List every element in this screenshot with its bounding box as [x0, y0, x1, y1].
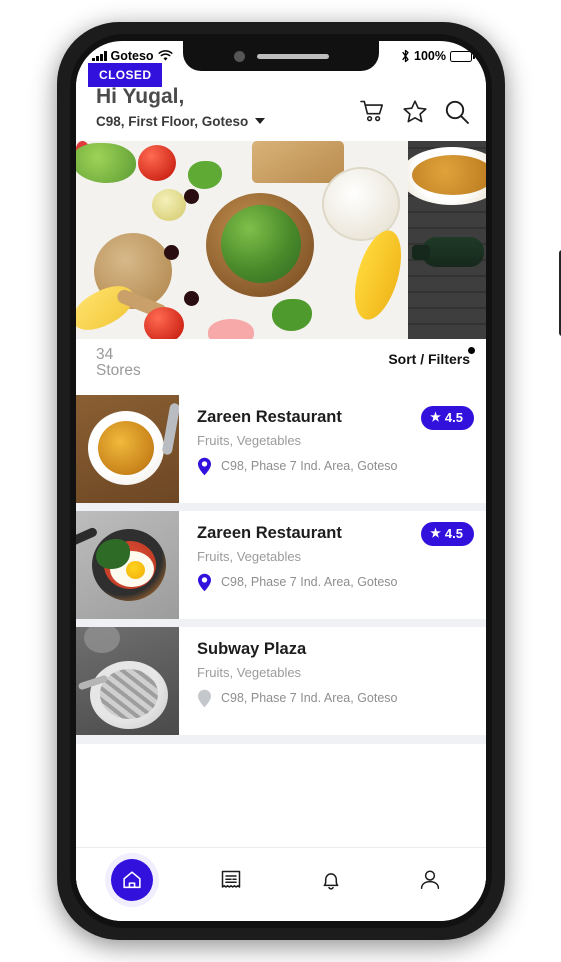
sidebar-item-orders[interactable] [203, 852, 259, 908]
table-row[interactable]: Zareen Restaurant Fruits, Vegetables C98… [76, 394, 486, 503]
hero-decor [422, 236, 484, 267]
sidebar-item-notifications[interactable] [303, 852, 359, 908]
cart-icon[interactable] [360, 99, 386, 125]
address-selector[interactable]: C98, First Floor, Goteso [96, 113, 266, 129]
battery-percent-label: 100% [414, 49, 446, 63]
hero-slide-2[interactable] [408, 140, 486, 339]
hero-decor [221, 204, 301, 283]
sidebar-item-home[interactable] [104, 852, 160, 908]
home-button-circle[interactable] [110, 858, 153, 901]
bluetooth-icon [402, 49, 409, 63]
status-badge: ★ 4.5 [421, 521, 474, 546]
location-pin-icon [198, 689, 211, 707]
sort-filters-label: Sort / Filters [388, 350, 470, 367]
store-location: C98, Phase 7 Ind. Area, Goteso [221, 459, 398, 474]
hero-decor [252, 140, 344, 183]
notch [183, 41, 379, 71]
store-count-number: 34 [96, 345, 114, 363]
hero-slide-1[interactable] [76, 140, 408, 339]
table-row[interactable]: Zareen Restaurant Fruits, Vegetables C98… [76, 510, 486, 619]
search-icon[interactable] [444, 99, 470, 125]
store-count: 34 Stores [96, 345, 152, 380]
sort-filters-button[interactable]: Sort / Filters [388, 346, 475, 369]
status-badge: ★ 4.5 [421, 405, 474, 430]
store-info: Zareen Restaurant Fruits, Vegetables C98… [179, 511, 486, 619]
filter-active-dot [468, 346, 475, 354]
hero-decor [188, 160, 222, 189]
hero-decor [164, 244, 179, 260]
sidebar-item-profile[interactable] [402, 852, 458, 908]
table-row[interactable]: CLOSED Subway Plaza Fruits, Vegetables C… [76, 63, 486, 735]
greeting-block: Hi Yugal, C98, First Floor, Goteso [96, 85, 266, 129]
hero-decor [138, 144, 176, 181]
carrier-label: Goteso [110, 49, 154, 63]
bell-icon [323, 872, 339, 890]
store-thumbnail [76, 626, 179, 735]
location-pin-icon [198, 457, 211, 475]
store-tags: Fruits, Vegetables [197, 548, 302, 564]
store-count-label: Stores [96, 362, 141, 380]
wifi-icon [158, 50, 173, 61]
store-location: C98, Phase 7 Ind. Area, Goteso [221, 575, 398, 590]
signal-bars-icon [92, 51, 107, 61]
hero-decor [152, 188, 186, 221]
phone-screen: Goteso 100% Hi Yugal, C98, First Floor, … [76, 41, 486, 921]
hero-decor [184, 188, 199, 204]
store-list: Zareen Restaurant Fruits, Vegetables C98… [76, 63, 486, 889]
hero-decor [76, 142, 136, 183]
store-location-row: C98, Phase 7 Ind. Area, Goteso [197, 573, 472, 592]
hero-decor [208, 318, 254, 339]
store-location: C98, Phase 7 Ind. Area, Goteso [221, 691, 398, 706]
hero-decor [272, 298, 312, 331]
filter-bar: 34 Stores Sort / Filters [76, 338, 486, 395]
front-camera-icon [233, 50, 245, 62]
greeting-text: Hi Yugal, [96, 85, 185, 108]
favorites-star-icon[interactable] [402, 99, 428, 125]
store-location-row: C98, Phase 7 Ind. Area, Goteso [197, 689, 472, 708]
store-thumbnail [76, 510, 179, 619]
hero-decor [184, 290, 199, 306]
hero-carousel[interactable] [76, 140, 486, 339]
bottom-nav [76, 847, 486, 921]
location-pin-icon [198, 573, 211, 591]
battery-full-icon [450, 50, 475, 62]
receipt-icon [222, 870, 241, 888]
hero-decor [412, 244, 430, 260]
store-name: Subway Plaza [197, 639, 307, 658]
header-actions [360, 85, 470, 125]
store-info: Zareen Restaurant Fruits, Vegetables C98… [179, 395, 486, 503]
star-icon: ★ [430, 526, 441, 541]
store-tags: Fruits, Vegetables [197, 432, 302, 448]
chevron-down-icon [255, 118, 266, 125]
hero-decor [412, 154, 486, 195]
star-icon: ★ [430, 410, 441, 425]
store-location-row: C98, Phase 7 Ind. Area, Goteso [197, 457, 472, 476]
home-icon [123, 870, 141, 888]
rating-value: 4.5 [444, 409, 463, 425]
hero-decor [144, 306, 184, 339]
address-text: C98, First Floor, Goteso [96, 113, 249, 129]
rating-value: 4.5 [444, 525, 463, 541]
store-info: Subway Plaza Fruits, Vegetables C98, Pha… [179, 627, 486, 735]
store-thumbnail [76, 394, 179, 503]
earpiece-speaker [256, 53, 329, 59]
store-tags: Fruits, Vegetables [197, 664, 302, 680]
user-icon [421, 869, 440, 889]
